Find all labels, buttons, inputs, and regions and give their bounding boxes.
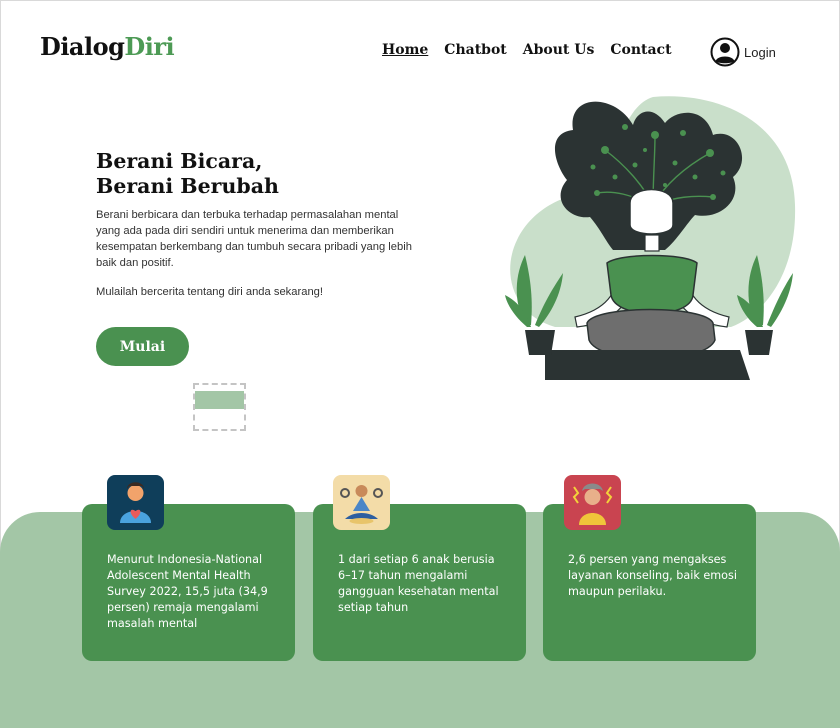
main-nav: Home Chatbot About Us Contact (382, 42, 672, 58)
logo-part-1: Dialog (40, 32, 125, 61)
stat-text: 1 dari setiap 6 anak berusia 6–17 tahun … (338, 553, 499, 614)
person-heart-icon (107, 475, 164, 530)
start-button[interactable]: Mulai (96, 327, 189, 366)
login-button[interactable]: Login (710, 37, 776, 67)
stat-text: 2,6 persen yang mengakses layanan konsel… (568, 553, 737, 598)
logo[interactable]: DialogDiri (40, 32, 175, 61)
user-avatar-icon (710, 37, 740, 67)
stressed-person-icon (564, 475, 621, 530)
nav-chatbot[interactable]: Chatbot (444, 42, 506, 58)
logo-part-2: Diri (124, 32, 175, 61)
hero-title-line-1: Berani Bicara, (96, 149, 263, 173)
nav-contact[interactable]: Contact (610, 42, 671, 58)
meditation-illustration (505, 96, 796, 380)
stat-text: Menurut Indonesia-National Adolescent Me… (107, 553, 268, 630)
hero-title-line-2: Berani Berubah (96, 174, 279, 198)
nav-home[interactable]: Home (382, 42, 428, 58)
hero-description: Berani berbicara dan terbuka terhadap pe… (96, 209, 412, 269)
image-placeholder (193, 383, 246, 431)
meditation-gears-icon (333, 475, 390, 530)
hero-cta-text: Mulailah bercerita tentang diri anda sek… (96, 286, 323, 298)
login-label: Login (744, 44, 776, 60)
hero-title: Berani Bicara, Berani Berubah (96, 149, 279, 199)
nav-about-us[interactable]: About Us (523, 42, 595, 58)
